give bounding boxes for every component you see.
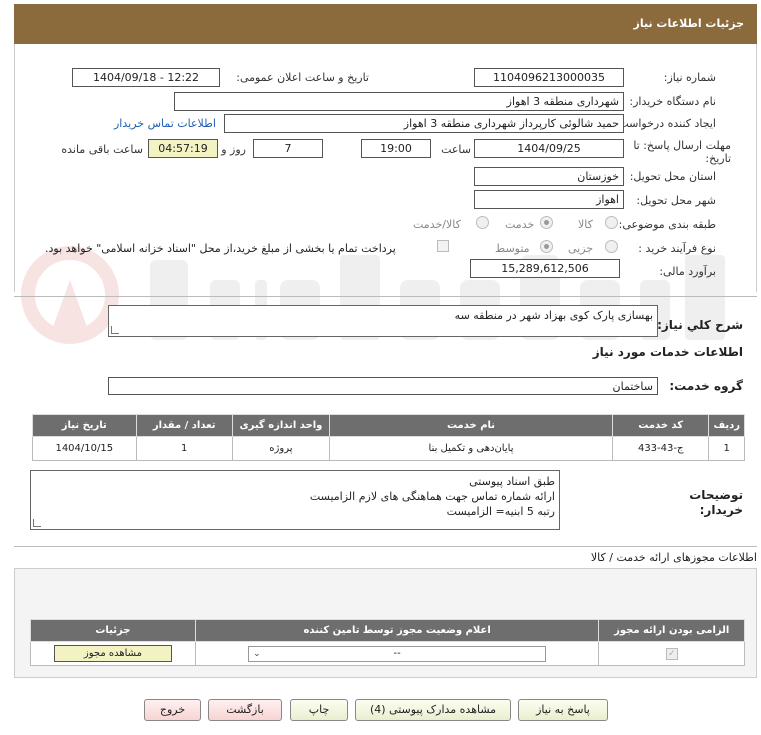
view-attachments-button[interactable]: مشاهده مدارک پیوستی (4) (355, 699, 511, 721)
buyer-org-label: نام دستگاه خریدار: (629, 95, 716, 108)
purchase-type-label: نوع فرآیند خرید : (638, 242, 716, 255)
purchase-option-minor: جزیی (568, 242, 594, 255)
city-label: شهر محل تحویل: (636, 194, 716, 207)
creator-field: حمید شالوئی کارپرداز شهرداری منطقه 3 اهو… (224, 114, 624, 133)
category-radio-goods-service[interactable] (476, 216, 489, 229)
page-header: جزئیات اطلاعات نیاز (14, 4, 757, 44)
deadline-label: مهلت ارسال پاسخ: تا (633, 139, 731, 152)
services-table: ردیف کد خدمت نام خدمت واحد اندازه گیری ت… (32, 414, 745, 461)
col-need-date: تاریخ نیاز (32, 414, 137, 437)
deadline-time-field: 19:00 (361, 139, 431, 158)
permits-table: الزامی بودن ارائه مجوز اعلام وضعیت مجوز … (30, 619, 745, 666)
category-radio-service[interactable] (540, 216, 553, 229)
summary-text: بهسازی پارک کوی بهزاد شهر در منطقه سه (454, 309, 653, 322)
announce-datetime-field: 1404/09/18 - 12:22 (72, 68, 220, 87)
creator-label: ایجاد کننده درخواست: (614, 117, 716, 130)
permits-section-title: اطلاعات مجوزهای ارائه خدمت / کالا (590, 551, 757, 564)
required-check-icon: ✓ (665, 647, 678, 660)
table-row: ✓ -- ⌄ مشاهده مجوز (30, 641, 745, 666)
cell-permit-required: ✓ (598, 641, 745, 666)
summary-textarea: بهسازی پارک کوی بهزاد شهر در منطقه سه (108, 305, 658, 337)
buyer-org-field: شهرداری منطقه 3 اهواز (174, 92, 624, 111)
service-group-field: ساختمان (108, 377, 658, 395)
purchase-radio-minor[interactable] (605, 240, 618, 253)
cell-permit-details: مشاهده مجوز (30, 641, 196, 666)
col-quantity: تعداد / مقدار (135, 414, 233, 437)
cell-row: 1 (708, 436, 745, 461)
estimate-label: برآورد مالی: (659, 265, 716, 278)
need-number-field: 1104096213000035 (474, 68, 624, 87)
buyer-notes-line: رتبه 5 ابنیه= الزامیست (446, 505, 555, 518)
buyer-notes-textarea: طبق اسناد پیوستی ارائه شماره تماس جهت هم… (30, 470, 560, 530)
province-field: خوزستان (474, 167, 624, 186)
buyer-notes-label-2: خریدار: (699, 503, 743, 517)
page-title: جزئیات اطلاعات نیاز (633, 17, 745, 30)
services-table-header: ردیف کد خدمت نام خدمت واحد اندازه گیری ت… (32, 414, 745, 437)
cell-permit-status: -- ⌄ (194, 641, 600, 666)
buyer-notes-line: ارائه شماره تماس جهت هماهنگی های لازم ال… (309, 490, 555, 503)
buyer-notes-line: طبق اسناد پیوستی (469, 475, 555, 488)
col-service-code: کد خدمت (611, 414, 710, 437)
col-row: ردیف (708, 414, 745, 437)
reply-button[interactable]: پاسخ به نیاز (518, 699, 608, 721)
cell-service-code: ج-43-433 (611, 436, 710, 461)
category-option-goods-service: کالا/خدمت (413, 218, 461, 231)
cell-service-name: پایان‌دهی و تکمیل بنا (329, 436, 613, 461)
buyer-notes-label: توضیحات (689, 488, 743, 502)
col-permit-status: اعلام وضعیت مجوز توسط تامین کننده (194, 619, 600, 642)
col-permit-details: جزئیات (30, 619, 196, 642)
time-label: ساعت (441, 143, 471, 156)
table-row: 1 ج-43-433 پایان‌دهی و تکمیل بنا پروژه 1… (32, 436, 745, 461)
resize-handle-icon[interactable] (111, 326, 119, 334)
treasury-payment-note: پرداخت تمام یا بخشی از مبلغ خرید،از محل … (45, 242, 396, 255)
need-number-label: شماره نیاز: (663, 71, 716, 84)
category-option-service: خدمت (505, 218, 535, 231)
remaining-time-field: 04:57:19 (148, 139, 218, 158)
col-permit-required: الزامی بودن ارائه مجوز (598, 619, 745, 642)
cell-quantity: 1 (135, 436, 233, 461)
section-divider (14, 546, 757, 547)
category-option-goods: کالا (578, 218, 593, 231)
purchase-option-medium: متوسط (495, 242, 530, 255)
buyer-contact-link[interactable]: اطلاعات تماس خریدار (114, 117, 216, 130)
col-unit: واحد اندازه گیری (231, 414, 331, 437)
days-remaining-field: 7 (253, 139, 323, 158)
remaining-label: ساعت باقی مانده (61, 143, 143, 156)
treasury-payment-checkbox[interactable] (437, 240, 449, 252)
estimate-field: 15,289,612,506 (470, 259, 620, 278)
services-section-title: اطلاعات خدمات مورد نیاز (592, 345, 743, 359)
days-label: روز و (221, 143, 246, 156)
cell-need-date: 1404/10/15 (32, 436, 137, 461)
deadline-date-field: 1404/09/25 (474, 139, 624, 158)
resize-handle-icon[interactable] (33, 519, 41, 527)
permits-table-header: الزامی بودن ارائه مجوز اعلام وضعیت مجوز … (30, 619, 745, 642)
purchase-radio-medium[interactable] (540, 240, 553, 253)
announce-label: تاریخ و ساعت اعلان عمومی: (236, 71, 369, 84)
chevron-down-icon: ⌄ (253, 648, 261, 659)
view-permit-button[interactable]: مشاهده مجوز (53, 645, 172, 662)
print-button[interactable]: چاپ (290, 699, 348, 721)
col-service-name: نام خدمت (329, 414, 613, 437)
province-label: استان محل تحویل: (629, 170, 716, 183)
exit-button[interactable]: خروج (144, 699, 201, 721)
city-field: اهواز (474, 190, 624, 209)
section-divider (14, 296, 757, 297)
permit-status-value: -- (393, 647, 401, 659)
service-group-label: گروه خدمت: (669, 379, 743, 393)
back-button[interactable]: بازگشت (208, 699, 282, 721)
cell-unit: پروژه (231, 436, 331, 461)
permit-status-select[interactable]: -- ⌄ (248, 645, 547, 662)
summary-label: شرح کلي نياز: (657, 318, 743, 332)
category-label: طبقه بندی موضوعی: (618, 218, 716, 231)
category-radio-goods[interactable] (605, 216, 618, 229)
deadline-label-date: تاریخ: (705, 152, 731, 165)
